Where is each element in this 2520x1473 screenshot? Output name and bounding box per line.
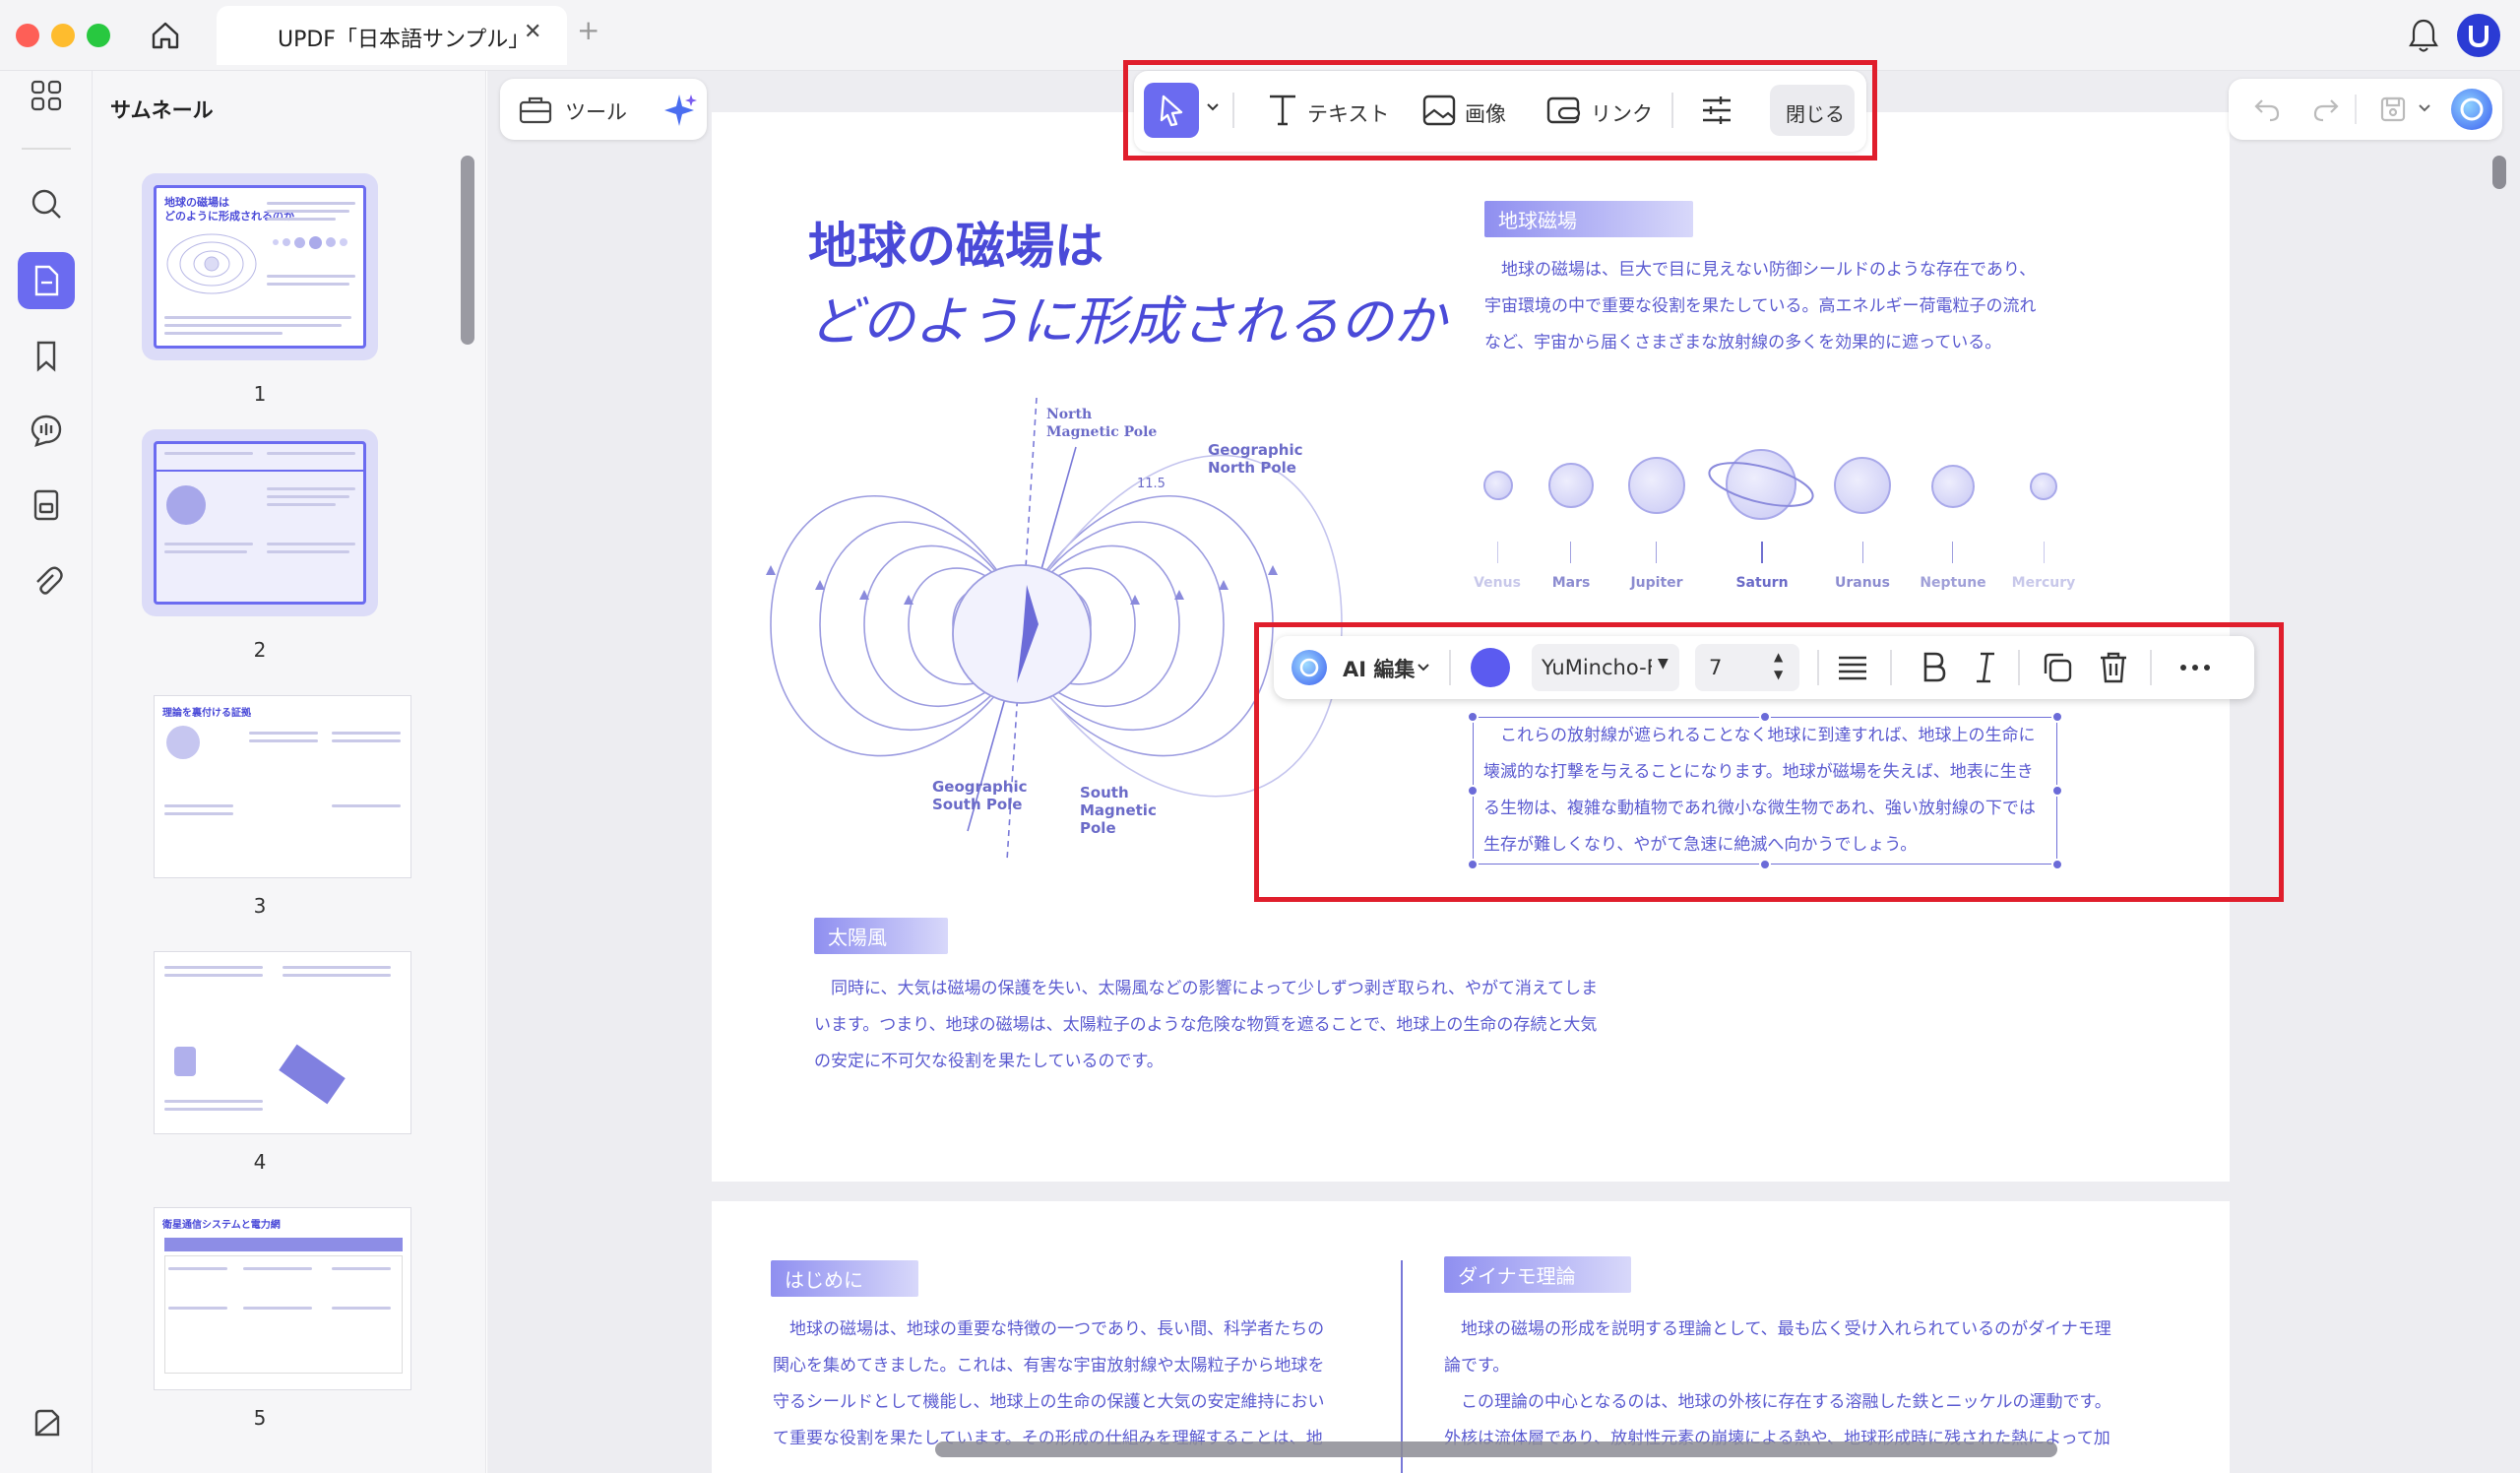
zoom-window-button[interactable] bbox=[87, 24, 110, 47]
text-line: います。つまり、地球の磁場は、太陽粒子のような危険な物質を遮ることで、地球上の生… bbox=[814, 1015, 1598, 1035]
text-line: など、宇宙から届くさまざまな放射線の多くを効果的に遮っている。 bbox=[1484, 333, 2002, 352]
save-icon[interactable] bbox=[2378, 95, 2408, 124]
text-line: 守るシールドとして機能し、地球上の生命の保護と大気の安定維持におい bbox=[773, 1392, 1325, 1412]
pdf-page-2: はじめに 地球の磁場は、地球の重要な特徴の一つであり、長い間、科学者たちの 関心… bbox=[712, 1201, 2230, 1473]
thumbnail-selection bbox=[157, 444, 363, 472]
undo-icon[interactable] bbox=[2252, 95, 2282, 124]
panel-title: サムネール bbox=[110, 98, 214, 122]
close-tab-icon[interactable]: ✕ bbox=[524, 20, 541, 44]
panel-scrollbar[interactable] bbox=[461, 156, 474, 345]
ai-assistant-icon[interactable] bbox=[2451, 89, 2492, 130]
thumbnail-title: 衛星通信システムと電力網 bbox=[162, 1220, 281, 1231]
comment-icon[interactable] bbox=[18, 402, 75, 459]
text-line: 関心を集めてきました。これは、有害な宇宙放射線や太陽粒子から地球を bbox=[773, 1356, 1325, 1376]
planet-label: Neptune bbox=[1920, 575, 1986, 591]
south-magnetic-label: South Magnetic Pole bbox=[1080, 784, 1157, 837]
text-line: この理論の中心となるのは、地球の外核に存在する溶融した鉄とニッケルの運動です。 bbox=[1461, 1392, 2111, 1412]
planet-mercury bbox=[2030, 473, 2057, 500]
thumbnail-5[interactable]: 衛星通信システムと電力網 bbox=[154, 1207, 411, 1390]
redo-icon[interactable] bbox=[2311, 95, 2341, 124]
section-heading: ダイナモ理論 bbox=[1444, 1256, 1631, 1293]
thumbnail-panel: サムネール 地球の磁場は どのように形成されるのか 1 2 理論を裏付ける証拠 … bbox=[93, 71, 486, 1473]
ai-sparkle-icon[interactable] bbox=[662, 93, 697, 128]
planet-label: Saturn bbox=[1735, 575, 1789, 591]
planet-venus bbox=[1483, 471, 1513, 500]
section-heading: 地球磁場 bbox=[1484, 201, 1693, 237]
tab-title: UPDF「日本語サンプル」 bbox=[278, 28, 531, 52]
page-title-line2: どのように形成されるのか bbox=[808, 290, 1446, 352]
vertical-scrollbar[interactable] bbox=[2492, 156, 2506, 189]
thumbnail-4[interactable] bbox=[154, 951, 411, 1134]
thumbnail-number: 5 bbox=[253, 1406, 267, 1430]
planet-label: Jupiter bbox=[1630, 575, 1683, 591]
bookmark-icon[interactable] bbox=[18, 327, 75, 384]
section-body: 同時に、大気は磁場の保護を失い、太陽風などの影響によって少しずつ剥ぎ取られ、やが… bbox=[814, 971, 1700, 1080]
thumbnail-number: 3 bbox=[253, 894, 267, 918]
attachment-icon[interactable] bbox=[18, 551, 75, 608]
home-icon[interactable] bbox=[146, 16, 185, 55]
toolbox-icon[interactable] bbox=[518, 93, 553, 126]
document-icon[interactable] bbox=[18, 252, 75, 309]
planet-label: Mars bbox=[1551, 575, 1591, 591]
thumbnail-page: 地球の磁場は どのように形成されるのか bbox=[154, 185, 366, 349]
planet-mars bbox=[1548, 463, 1594, 508]
text-line: 地球の磁場は、地球の重要な特徴の一つであり、長い間、科学者たちの bbox=[789, 1319, 1325, 1339]
avatar[interactable] bbox=[2457, 14, 2500, 57]
thumbnail-1[interactable]: 地球の磁場は どのように形成されるのか bbox=[142, 173, 378, 360]
thumbnail-number: 4 bbox=[253, 1150, 267, 1174]
text-line: 地球の磁場は、巨大で目に見えない防御シールドのような存在であり、 bbox=[1501, 260, 2037, 280]
search-icon[interactable] bbox=[18, 175, 75, 232]
tools-label[interactable]: ツール bbox=[565, 96, 627, 126]
text-line: 論です。 bbox=[1444, 1356, 1510, 1376]
grid-icon[interactable] bbox=[18, 67, 75, 124]
thumbnail-number: 2 bbox=[253, 638, 267, 662]
document-tab[interactable]: UPDF「日本語サンプル」 ✕ bbox=[217, 6, 567, 65]
page-title-line1: 地球の磁場は bbox=[808, 217, 1103, 275]
section-body: 地球の磁場は、地球の重要な特徴の一つであり、長い間、科学者たちの 関心を集めてき… bbox=[773, 1312, 1363, 1457]
highlight-box bbox=[1254, 622, 2284, 902]
minimize-window-button[interactable] bbox=[51, 24, 75, 47]
planet-neptune bbox=[1931, 465, 1975, 508]
thumbnail-2[interactable] bbox=[142, 429, 378, 616]
thumbnail-page bbox=[154, 441, 366, 605]
planet-label: Uranus bbox=[1835, 575, 1890, 591]
geographic-north-label: Geographic North Pole bbox=[1208, 441, 1303, 477]
planet-ticks bbox=[1476, 542, 2086, 563]
angle-label: 11.5 bbox=[1137, 477, 1166, 491]
section-body: 地球の磁場の形成を説明する理論として、最も広く受け入れられているのがダイナモ理 … bbox=[1444, 1312, 2192, 1457]
horizontal-scrollbar[interactable] bbox=[935, 1441, 2057, 1457]
saturn-ring bbox=[1708, 462, 1814, 507]
text-line: 宇宙環境の中で重要な役割を果たしている。高エネルギー荷電粒子の流れ bbox=[1484, 296, 2037, 316]
thumbnail-3[interactable]: 理論を裏付ける証拠 bbox=[154, 695, 411, 878]
highlight-box bbox=[1123, 60, 1877, 160]
thumbnail-number: 1 bbox=[253, 382, 267, 406]
section-heading: 太陽風 bbox=[814, 918, 948, 954]
planet-uranus bbox=[1834, 457, 1891, 514]
thumbnail-title: 理論を裏付ける証拠 bbox=[162, 708, 251, 719]
new-tab-icon[interactable]: + bbox=[577, 14, 599, 46]
close-window-button[interactable] bbox=[16, 24, 39, 47]
text-line: 同時に、大気は磁場の保護を失い、太陽風などの影響によって少しずつ剥ぎ取られ、やが… bbox=[831, 979, 1599, 998]
geographic-south-label: Geographic South Pole bbox=[932, 778, 1028, 813]
section-heading: はじめに bbox=[771, 1260, 918, 1297]
toolbar-divider bbox=[2355, 95, 2357, 124]
north-magnetic-label: North Magnetic Pole bbox=[1046, 407, 1158, 440]
layers-icon[interactable] bbox=[18, 1394, 75, 1451]
rail-divider bbox=[22, 148, 71, 150]
bell-icon[interactable] bbox=[2406, 16, 2441, 55]
tools-toolbar: ツール bbox=[500, 79, 707, 140]
text-line: 地球の磁場の形成を説明する理論として、最も広く受け入れられているのがダイナモ理 bbox=[1461, 1319, 2111, 1339]
section-body: 地球の磁場は、巨大で目に見えない防御シールドのような存在であり、 宇宙環境の中で… bbox=[1484, 252, 2095, 361]
history-toolbar bbox=[2229, 79, 2502, 140]
planet-jupiter bbox=[1628, 457, 1685, 514]
planet-label: Mercury bbox=[2011, 575, 2076, 591]
text-line: の安定に不可欠な役割を果たしているのです。 bbox=[814, 1052, 1164, 1071]
chevron-down-icon[interactable] bbox=[2418, 102, 2431, 114]
page-icon[interactable] bbox=[18, 477, 75, 534]
left-rail bbox=[0, 71, 93, 1473]
